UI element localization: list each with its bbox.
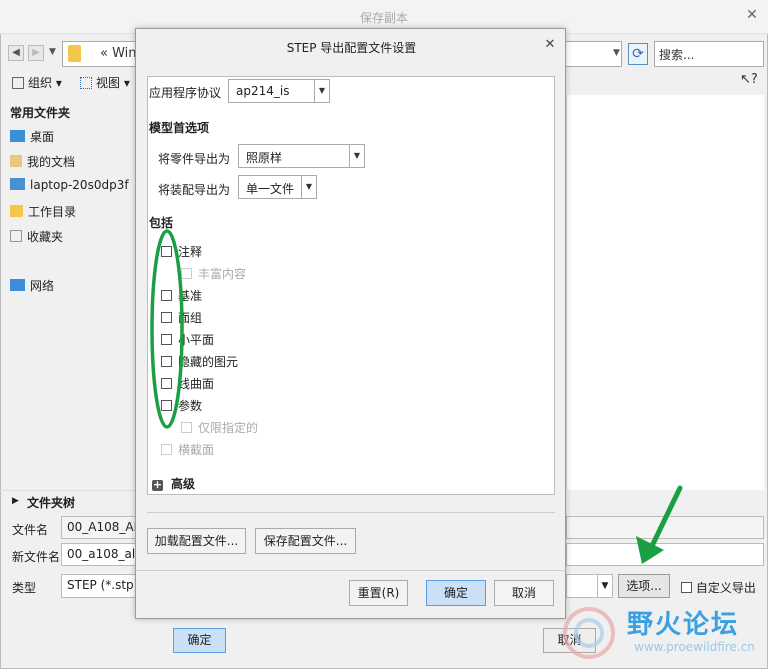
sidebar-item-computer[interactable]: laptop-20s0dp3f [10,178,129,192]
sidebar-item-label: 网络 [30,279,55,293]
custom-export-label: 自定义导出 [695,581,756,595]
divider [147,512,555,513]
annotation-ellipse [150,229,184,429]
divider [136,570,567,571]
search-placeholder: 搜索... [659,48,695,62]
folder-icon [68,45,81,62]
chevron-down-icon[interactable]: ▼ [597,574,613,598]
save-dialog-title: 保存副本 [359,11,408,25]
organize-icon [12,77,24,89]
watermark-text: 野火论坛 [627,610,740,640]
file-list-area[interactable] [566,95,764,490]
new-file-name-label: 新文件名 [12,550,61,564]
reset-button[interactable]: 重置(R) [349,580,408,606]
folder-tree-toggle[interactable]: ▶ 文件夹树 [0,490,136,512]
step-cancel-button[interactable]: 取消 [494,580,554,606]
organize-label: 组织 ▾ [28,76,62,90]
chevron-down-icon: ▼ [314,80,329,102]
assembly-export-label: 将装配导出为 [158,183,231,197]
watermark-url: www.proewildfire.cn [634,640,755,654]
step-dialog-title: STEP 导出配置文件设置 [286,41,417,55]
favorites-icon [10,230,22,242]
step-export-dialog: STEP 导出配置文件设置 ✕ 应用程序协议 ap214_is ▼ 模型首选项 … [135,28,567,619]
checkbox-box [161,444,172,455]
file-name-field[interactable]: 00_A108_ALI [61,516,137,539]
protocol-value: ap214_is [236,84,290,98]
custom-export-checkbox[interactable]: 自定义导出 [681,579,756,596]
favorites-heading: 常用文件夹 [10,106,71,120]
protocol-label: 应用程序协议 [149,86,222,100]
save-config-button[interactable]: 保存配置文件... [255,528,356,554]
include-cross-sections: 横截面 [161,441,214,458]
part-export-value: 照原样 [246,151,283,165]
folder-tree-label: 文件夹树 [27,496,76,510]
documents-icon [10,155,22,167]
checkbox-label: 仅限指定的 [198,421,259,435]
computer-icon [10,178,25,190]
sidebar-item-working-dir[interactable]: 工作目录 [10,203,76,220]
sidebar-item-desktop[interactable]: 桌面 [10,128,54,145]
history-dropdown-icon[interactable]: ▼ [49,47,56,57]
part-export-label: 将零件导出为 [158,152,231,166]
assembly-export-select[interactable]: 单一文件 ▼ [238,175,317,199]
assembly-export-value: 单一文件 [246,182,295,196]
address-dropdown-icon[interactable]: ▼ [613,48,620,58]
sidebar-item-label: 收藏夹 [27,230,64,244]
sidebar-item-label: 工作目录 [28,205,77,219]
load-config-button[interactable]: 加载配置文件... [147,528,246,554]
working-dir-icon [10,205,23,217]
sidebar-item-network[interactable]: 网络 [10,277,54,294]
type-select[interactable]: STEP (*.stp) [61,574,137,598]
chevron-down-icon: ▼ [349,145,364,167]
close-icon[interactable]: ✕ [542,37,558,53]
file-name-label: 文件名 [12,523,49,537]
forward-arrow-icon[interactable]: ▶ [28,45,44,61]
include-designated-only: 仅限指定的 [181,419,258,436]
advanced-label: 高级 [171,477,196,491]
close-icon[interactable]: ✕ [744,7,760,25]
part-export-select[interactable]: 照原样 ▼ [238,144,365,168]
include-rich-content: 丰富内容 [181,265,246,282]
expand-triangle-icon: ▶ [12,496,19,506]
network-icon [10,279,25,291]
checkbox-box[interactable] [681,582,692,593]
advanced-section-toggle[interactable]: + 高级 [152,475,195,492]
checkbox-label: 丰富内容 [198,267,247,281]
sidebar-item-favorites[interactable]: 收藏夹 [10,228,63,245]
new-file-name-input[interactable]: 00_a108_all_ [61,543,137,566]
help-pointer-icon[interactable]: ↖? [740,72,758,87]
view-label: 视图 ▾ [96,76,130,90]
protocol-select[interactable]: ap214_is ▼ [228,79,330,103]
desktop-icon [10,130,25,142]
view-menu[interactable]: 视图 ▾ [80,74,130,91]
type-label: 类型 [12,581,37,595]
sidebar-item-documents[interactable]: 我的文档 [10,153,75,170]
back-arrow-icon[interactable]: ◀ [8,45,24,61]
annotation-arrow-icon [636,485,683,564]
view-grid-icon [80,77,92,89]
refresh-icon[interactable]: ⟳ [628,43,648,65]
checkbox-label: 横截面 [178,443,215,457]
expand-plus-icon: + [152,478,163,491]
sidebar-item-label: 桌面 [30,130,55,144]
sidebar-item-label: laptop-20s0dp3f [30,178,129,192]
step-ok-button[interactable]: 确定 [426,580,486,606]
chevron-down-icon: ▼ [301,176,316,198]
options-button[interactable]: 选项... [618,574,670,598]
model-prefs-heading: 模型首选项 [149,121,210,135]
save-ok-button[interactable]: 确定 [173,628,226,653]
sidebar-item-label: 我的文档 [27,155,76,169]
organize-menu[interactable]: 组织 ▾ [12,74,62,91]
